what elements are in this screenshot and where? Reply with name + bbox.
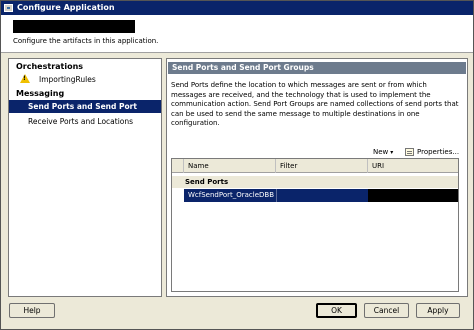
row-name-cell: WcfSendPort_OracleDBBi... — [188, 191, 274, 199]
grid-header-spacer — [172, 159, 184, 173]
configure-application-window: Configure Application Configure the arti… — [0, 0, 474, 330]
column-uri[interactable]: URI — [368, 159, 458, 173]
app-icon — [4, 4, 13, 12]
column-filter[interactable]: Filter — [276, 159, 368, 173]
new-dropdown-button[interactable]: New — [373, 148, 393, 156]
group-row-send-ports: Send Ports — [172, 176, 458, 188]
properties-button[interactable]: Properties... — [417, 148, 459, 156]
send-ports-grid: Name Filter URI Send Ports WcfSendPort_O… — [171, 158, 459, 292]
window-title: Configure Application — [17, 3, 115, 12]
apply-button[interactable]: Apply — [416, 303, 460, 318]
cancel-button[interactable]: Cancel — [364, 303, 409, 318]
nav-item-importing-rules[interactable]: ImportingRules — [39, 75, 96, 84]
cell-divider — [276, 189, 277, 202]
panel-description: Send Ports define the location to which … — [171, 81, 459, 127]
header-band: Configure the artifacts in this applicat… — [1, 15, 473, 53]
help-button[interactable]: Help — [9, 303, 55, 318]
nav-header-orchestrations: Orchestrations — [16, 62, 84, 71]
title-bar: Configure Application — [1, 1, 473, 15]
table-row[interactable]: WcfSendPort_OracleDBBi... — [184, 189, 458, 202]
properties-icon[interactable] — [405, 148, 414, 156]
warning-icon — [20, 74, 30, 83]
content-panel-header: Send Ports and Send Port Groups — [168, 62, 466, 74]
nav-item-receive-ports[interactable]: Receive Ports and Locations — [28, 117, 133, 126]
window-subtitle: Configure the artifacts in this applicat… — [13, 37, 159, 45]
nav-header-messaging: Messaging — [16, 89, 65, 98]
ok-button[interactable]: OK — [316, 303, 357, 318]
column-name[interactable]: Name — [184, 159, 276, 173]
redacted-application-name — [13, 20, 135, 33]
redacted-uri-cell — [368, 189, 458, 202]
nav-item-send-ports[interactable]: Send Ports and Send Port Groups — [9, 100, 161, 124]
grid-header: Name Filter URI — [172, 159, 458, 173]
